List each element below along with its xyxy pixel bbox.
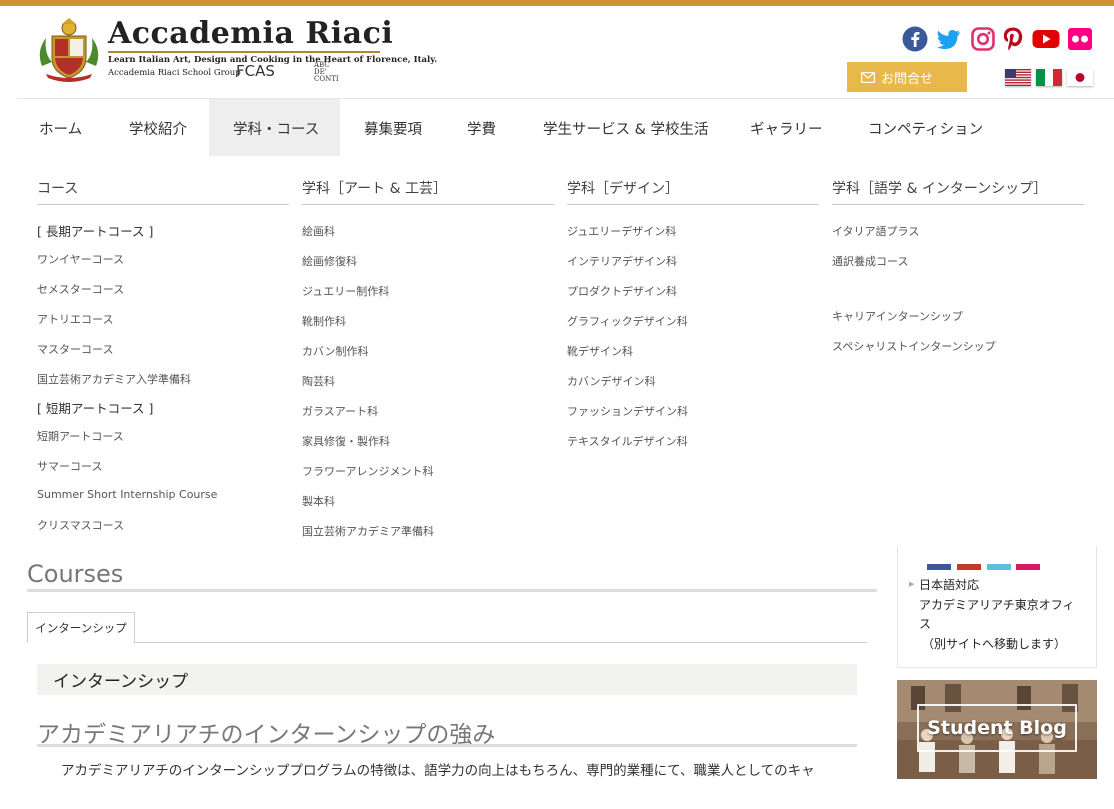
japan-flag[interactable] xyxy=(1067,69,1093,86)
menu-item-painting-restoration[interactable]: 絵画修復科 xyxy=(302,253,357,269)
instagram-share-chip[interactable] xyxy=(1016,564,1040,570)
mega-col-heading: コース xyxy=(37,178,289,205)
share-chip[interactable] xyxy=(957,564,981,570)
logo-title[interactable]: Accademia Riaci xyxy=(108,16,393,51)
mega-col-courses: コース [ 長期アートコース ] ワンイヤーコース セメスターコース アトリエコ… xyxy=(37,178,289,532)
menu-item-short-art[interactable]: 短期アートコース xyxy=(37,428,124,444)
sidebar-japanese-support[interactable]: 日本語対応 xyxy=(919,576,979,593)
menu-item-product-design[interactable]: プロダクトデザイン科 xyxy=(567,283,677,299)
nav-student-services[interactable]: 学生サービス & 学校生活 xyxy=(519,99,725,157)
menu-item-graphic-design[interactable]: グラフィックデザイン科 xyxy=(567,313,688,329)
tab-rule xyxy=(135,642,867,643)
menu-item-interior-design[interactable]: インテリアデザイン科 xyxy=(567,253,677,269)
main-content: Courses インターンシップ インターンシップ アカデミアリアチのインターン… xyxy=(0,546,1114,809)
mega-col-heading: 学科［語学 & インターンシップ］ xyxy=(832,178,1084,205)
nav-competition[interactable]: コンペティション xyxy=(843,99,1013,157)
sidebar-tokyo-office[interactable]: アカデミアリアチ東京オフィ xyxy=(919,596,1075,613)
menu-item-atelier[interactable]: アトリエコース xyxy=(37,311,113,327)
intro-paragraph: アカデミアリアチのインターンシッププログラムの特徴は、語学力の向上はもちろん、専… xyxy=(61,763,815,779)
menu-item-one-year[interactable]: ワンイヤーコース xyxy=(37,251,124,267)
nav-home[interactable]: ホーム xyxy=(17,99,105,157)
menu-item-shoe-making[interactable]: 靴制作科 xyxy=(302,313,346,329)
menu-item-furniture[interactable]: 家具修復・製作科 xyxy=(302,433,390,449)
menu-item-flower[interactable]: フラワーアレンジメント科 xyxy=(302,463,434,479)
youtube-icon[interactable] xyxy=(1032,26,1060,52)
mega-col-heading: 学科［デザイン］ xyxy=(567,178,819,205)
sidebar-tokyo-office-cont[interactable]: ス xyxy=(919,615,931,632)
courses-mega-menu: コース [ 長期アートコース ] ワンイヤーコース セメスターコース アトリエコ… xyxy=(17,156,1114,546)
sidebar-links-box: ▶ 日本語対応 アカデミアリアチ東京オフィ ス （別サイトへ移動します） xyxy=(897,546,1097,668)
courses-title: Courses xyxy=(27,560,124,588)
menu-item-career-internship[interactable]: キャリアインターンシップ xyxy=(832,308,963,324)
menu-item-italian-plus[interactable]: イタリア語プラス xyxy=(832,223,919,239)
instagram-icon[interactable] xyxy=(970,26,996,52)
main-nav: ホーム 学校紹介 学科・コース 募集要項 学費 学生サービス & 学校生活 ギャ… xyxy=(17,98,1114,157)
nav-admissions[interactable]: 募集要項 xyxy=(340,99,443,157)
menu-item-academy-prep-dept[interactable]: 国立芸術アカデミア準備科 xyxy=(302,523,434,539)
site-header: Accademia Riaci Learn Italian Art, Desig… xyxy=(0,6,1114,98)
nav-about[interactable]: 学校紹介 xyxy=(105,99,209,157)
menu-item-academy-prep[interactable]: 国立芸術アカデミア入学準備科 xyxy=(37,371,191,387)
contact-button-label: お問合せ xyxy=(881,71,934,87)
pinterest-icon[interactable] xyxy=(1000,26,1026,52)
menu-item-glass-art[interactable]: ガラスアート科 xyxy=(302,403,378,419)
menu-item-painting[interactable]: 絵画科 xyxy=(302,223,335,239)
menu-item-summer[interactable]: サマーコース xyxy=(37,458,102,474)
mega-col-design: 学科［デザイン］ ジュエリーデザイン科 インテリアデザイン科 プロダクトデザイン… xyxy=(567,178,819,448)
fcas-logo: FCAS xyxy=(236,62,275,80)
menu-item-bag-design[interactable]: カバンデザイン科 xyxy=(567,373,656,389)
section-heading: インターンシップ xyxy=(37,664,857,695)
nav-fees[interactable]: 学費 xyxy=(443,99,519,157)
nav-courses[interactable]: 学科・コース xyxy=(209,99,340,157)
mail-icon xyxy=(861,71,875,83)
twitter-share-chip[interactable] xyxy=(987,564,1011,570)
menu-item-semester[interactable]: セメスターコース xyxy=(37,281,124,297)
contact-button[interactable]: お問合せ xyxy=(847,62,967,92)
menu-group-long-term: [ 長期アートコース ] xyxy=(37,224,154,239)
menu-item-ceramics[interactable]: 陶芸科 xyxy=(302,373,335,389)
logo-school-group: Accademia Riaci School Group xyxy=(108,68,241,78)
mega-col-language-internship: 学科［語学 & インターンシップ］ イタリア語プラス 通訳養成コース キャリアイ… xyxy=(832,178,1084,353)
mega-col-heading: 学科［アート & 工芸］ xyxy=(302,178,554,205)
courses-title-rule xyxy=(27,589,877,592)
facebook-icon[interactable] xyxy=(902,26,928,52)
heading-rule xyxy=(37,744,857,747)
menu-item-jewelry-making[interactable]: ジュエリー制作科 xyxy=(302,283,389,299)
student-blog-label: Student Blog xyxy=(917,704,1077,752)
nav-gallery[interactable]: ギャラリー xyxy=(725,99,843,157)
menu-item-specialist-internship[interactable]: スペシャリストインターンシップ xyxy=(832,338,996,354)
menu-item-bookbinding[interactable]: 製本科 xyxy=(302,493,335,509)
menu-item-interpreter[interactable]: 通訳養成コース xyxy=(832,253,908,269)
us-flag[interactable] xyxy=(1005,69,1031,86)
menu-group-short-term: [ 短期アートコース ] xyxy=(37,401,154,416)
twitter-icon[interactable] xyxy=(936,26,962,52)
sidebar-external-note: （別サイトへ移動します） xyxy=(922,637,1067,651)
logo-divider xyxy=(108,51,380,53)
menu-item-summer-internship[interactable]: Summer Short Internship Course xyxy=(37,488,217,501)
student-blog-banner[interactable]: Student Blog xyxy=(897,680,1097,779)
menu-item-bag-making[interactable]: カバン制作科 xyxy=(302,343,369,359)
menu-item-fashion-design[interactable]: ファッションデザイン科 xyxy=(567,403,688,419)
menu-item-master[interactable]: マスターコース xyxy=(37,341,113,357)
flickr-icon[interactable] xyxy=(1068,26,1092,52)
crest-logo-icon[interactable] xyxy=(34,16,104,86)
menu-item-jewelry-design[interactable]: ジュエリーデザイン科 xyxy=(567,223,676,239)
facebook-share-chip[interactable] xyxy=(927,564,951,570)
bullet-icon: ▶ xyxy=(909,580,915,588)
italy-flag[interactable] xyxy=(1036,69,1062,86)
mega-col-art-craft: 学科［アート & 工芸］ 絵画科 絵画修復科 ジュエリー制作科 靴制作科 カバン… xyxy=(302,178,554,538)
menu-item-shoe-design[interactable]: 靴デザイン科 xyxy=(567,343,633,359)
tab-internship[interactable]: インターンシップ xyxy=(27,612,135,643)
menu-item-christmas[interactable]: クリスマスコース xyxy=(37,517,124,533)
abc-de-conti-logo: ABC DE' CONTI xyxy=(314,61,339,83)
menu-item-textile-design[interactable]: テキスタイルデザイン科 xyxy=(567,433,688,449)
